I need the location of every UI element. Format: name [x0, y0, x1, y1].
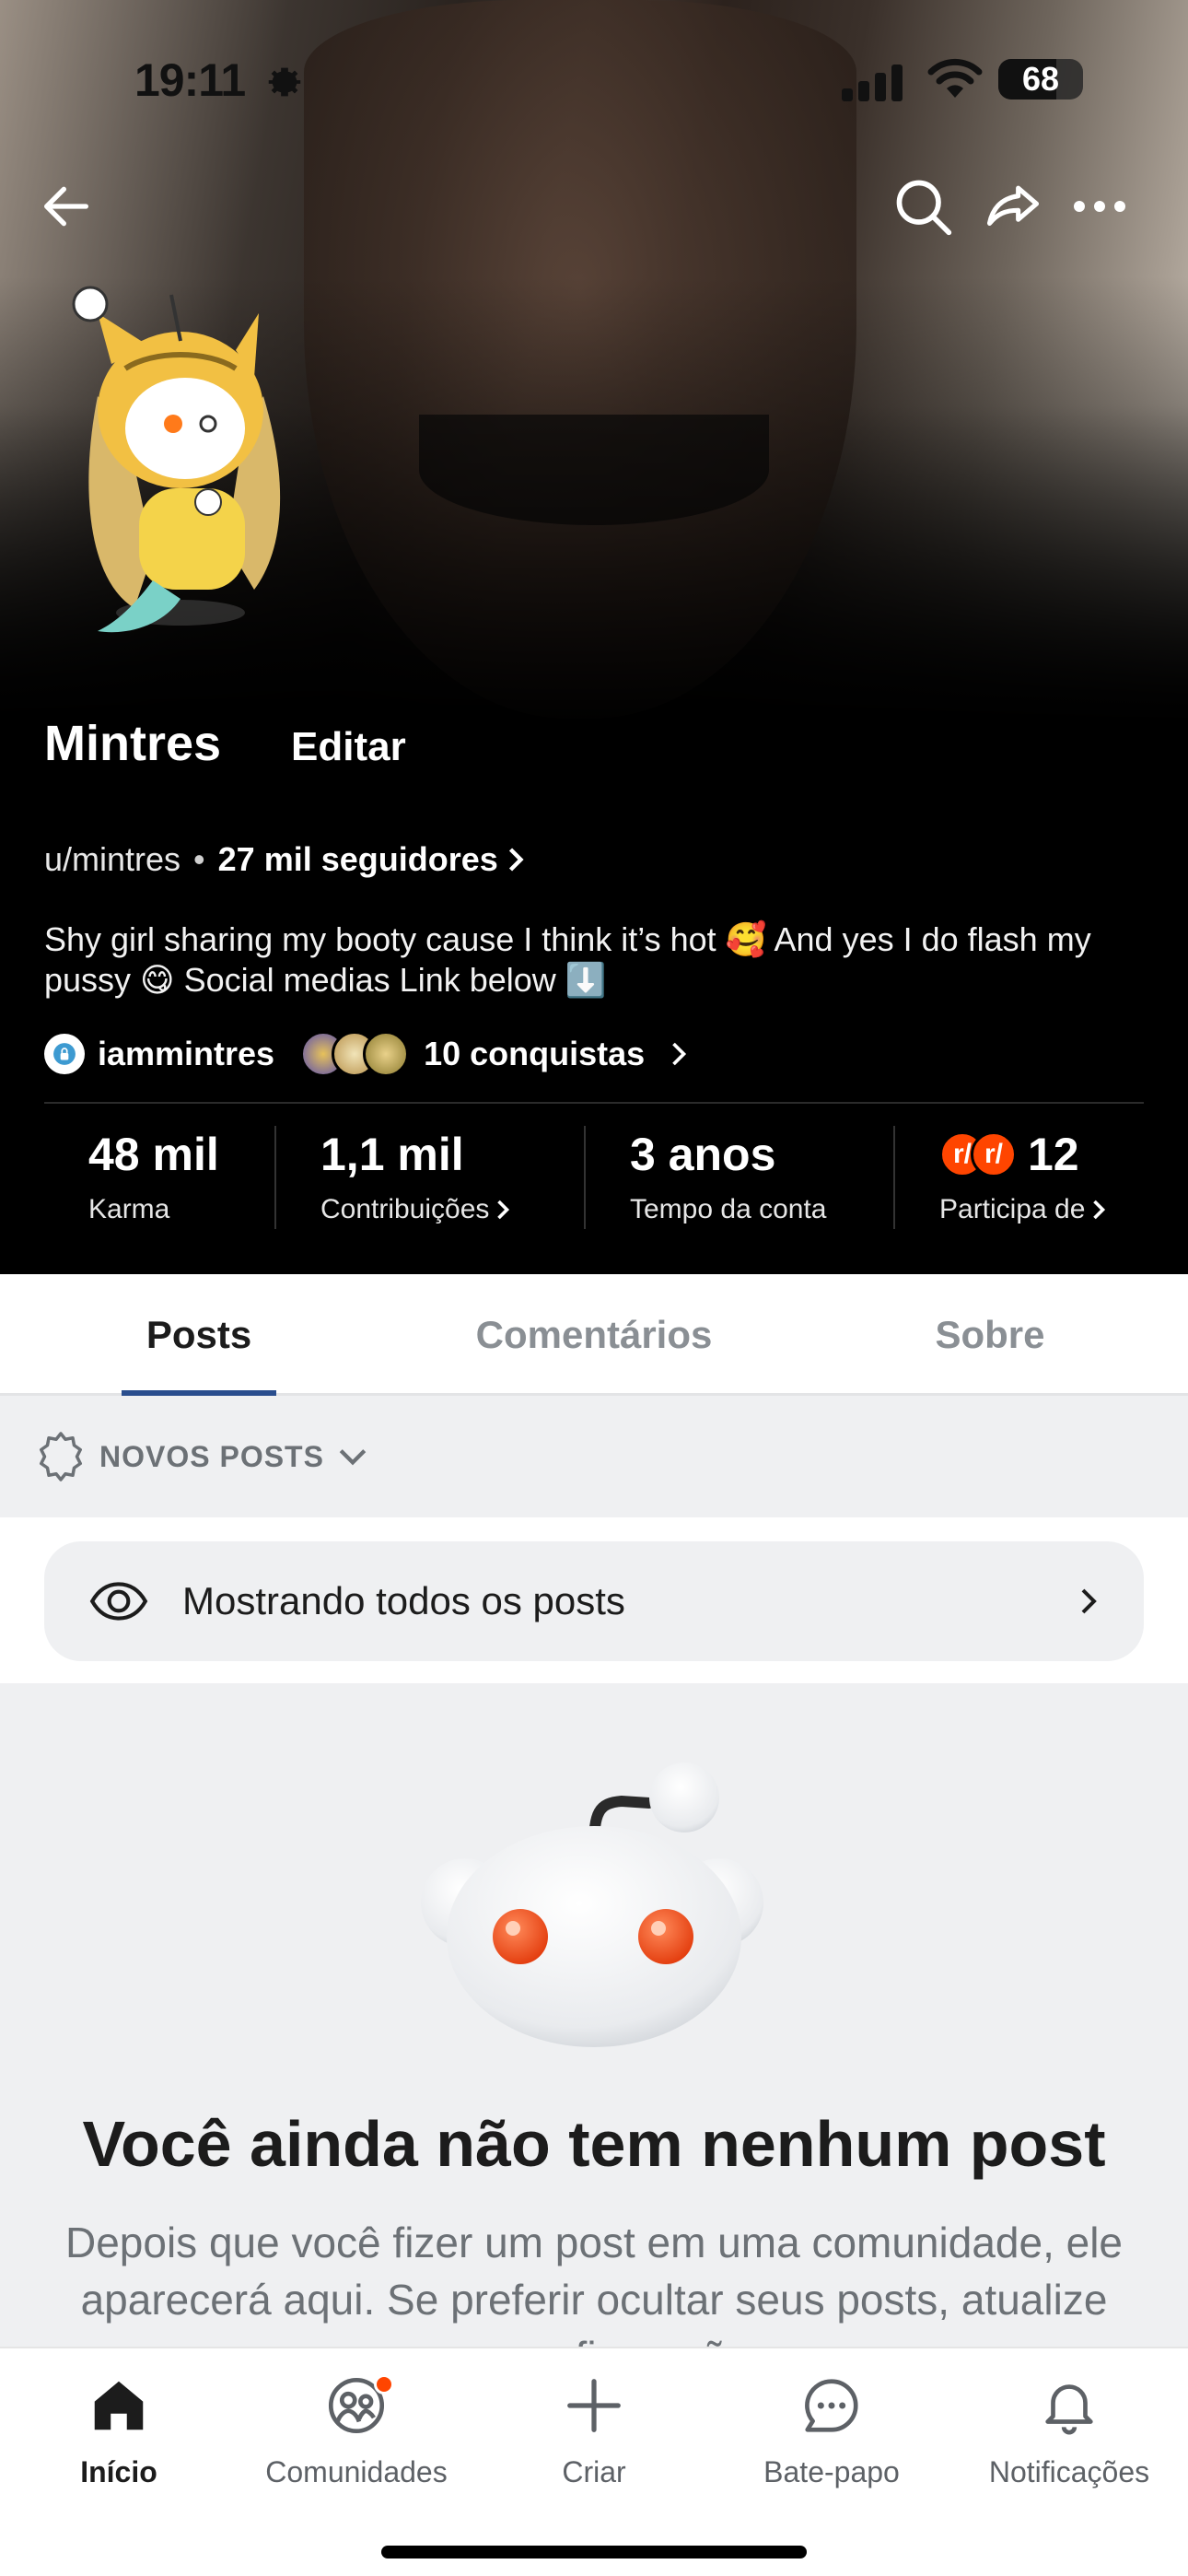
snoo-mascot-icon — [421, 1762, 763, 2047]
stat-value: 1,1 mil — [320, 1129, 464, 1180]
subreddit-badge: r/ — [971, 1131, 1017, 1177]
filter-section: Mostrando todos os posts — [0, 1517, 1188, 1683]
empty-state-title: Você ainda não tem nenhum post — [82, 2108, 1106, 2180]
profile-header: 19:11 68 Mintres Editar u/mintres • 27 m… — [0, 0, 1188, 1274]
search-button[interactable] — [890, 173, 956, 240]
share-button[interactable] — [980, 173, 1046, 240]
wifi-icon — [927, 58, 983, 98]
arrow-left-icon — [44, 186, 88, 227]
followers-count: 27 mil seguidores — [217, 840, 498, 878]
nav-label: Notificações — [988, 2455, 1150, 2488]
notification-dot — [374, 2374, 394, 2395]
divider — [44, 1102, 1144, 1104]
nav-create[interactable]: Criar — [475, 2367, 713, 2496]
profile-meta: u/mintres • 27 mil seguidores — [44, 840, 526, 879]
profile-links-row: iammintres 10 conquistas — [44, 1023, 689, 1085]
stat-label: Contribuições — [320, 1194, 490, 1224]
nav-communities[interactable]: Comunidades — [238, 2367, 475, 2496]
empty-state: Você ainda não tem nenhum post Depois qu… — [0, 1683, 1188, 2347]
bell-icon — [1045, 2384, 1093, 2435]
social-link-label: iammintres — [98, 1035, 275, 1072]
achievements-count: 10 conquistas — [424, 1035, 646, 1072]
nav-label: Comunidades — [265, 2455, 448, 2488]
cellular-signal-icon — [842, 64, 903, 101]
filter-label: Mostrando todos os posts — [182, 1579, 625, 1622]
chat-icon — [805, 2379, 858, 2432]
stat-karma: 48 mil Karma — [44, 1122, 274, 1233]
stat-value: 12 — [1028, 1129, 1079, 1180]
username: u/mintres — [44, 840, 181, 878]
plus-icon — [567, 2379, 621, 2432]
sort-dropdown[interactable]: NOVOS POSTS — [0, 1396, 1188, 1517]
stat-account-age: 3 anos Tempo da conta — [586, 1122, 893, 1233]
stat-label: Karma — [88, 1194, 170, 1224]
status-bar: 19:11 68 — [0, 0, 1188, 157]
home-indicator[interactable] — [381, 2546, 807, 2558]
user-avatar[interactable] — [70, 276, 309, 654]
nav-home[interactable]: Início — [0, 2367, 238, 2496]
empty-state-body: Depois que você fizer um post em uma com… — [64, 2219, 1124, 2347]
tab-about[interactable]: Sobre — [884, 1274, 1096, 1396]
chevron-right-icon — [1093, 1200, 1106, 1220]
back-button[interactable] — [33, 173, 99, 240]
visibility-filter-button[interactable]: Mostrando todos os posts — [44, 1541, 1144, 1661]
nav-notifications[interactable]: Notificações — [950, 2367, 1188, 2496]
search-icon — [896, 180, 952, 236]
battery-level-text: 68 — [1021, 60, 1060, 98]
subreddit-badges: r/ r/ — [939, 1131, 1017, 1177]
edit-profile-button[interactable]: Editar — [267, 717, 430, 778]
chevron-right-icon — [497, 1200, 510, 1220]
sort-label: NOVOS POSTS — [99, 1439, 324, 1473]
ellipsis-icon — [1074, 201, 1125, 212]
stat-communities[interactable]: r/ r/ 12 Participa de — [895, 1122, 1144, 1233]
achievements-link[interactable]: 10 conquistas — [424, 1035, 689, 1073]
nav-label: Bate-papo — [763, 2455, 900, 2488]
stat-value: 48 mil — [88, 1129, 219, 1180]
trophy-icon — [363, 1031, 410, 1077]
nav-chat[interactable]: Bate-papo — [713, 2367, 950, 2496]
separator-dot: • — [193, 840, 205, 878]
social-link[interactable]: iammintres — [44, 1034, 274, 1074]
bottom-navigation: Início Comunidades Criar Bate-papo Notif… — [0, 2347, 1188, 2576]
tab-comments[interactable]: Comentários — [433, 1274, 755, 1396]
profile-stats: 48 mil Karma 1,1 mil Contribuições 3 ano… — [44, 1122, 1144, 1242]
share-icon — [986, 185, 1040, 226]
more-options-button[interactable] — [1066, 173, 1133, 240]
chevron-right-icon — [672, 1042, 687, 1066]
home-icon — [94, 2381, 144, 2430]
trophy-icons[interactable] — [300, 1031, 410, 1077]
status-time: 19:11 — [134, 54, 246, 106]
new-badge-icon — [40, 1432, 82, 1481]
profile-display-name: Mintres — [44, 716, 222, 771]
chevron-right-icon — [1081, 1588, 1097, 1614]
tab-posts[interactable]: Posts — [122, 1274, 276, 1396]
settings-gear-icon — [268, 67, 301, 97]
stat-label: Participa de — [939, 1194, 1086, 1224]
profile-bio: Shy girl sharing my booty cause I think … — [44, 920, 1091, 999]
eye-icon — [89, 1582, 148, 1621]
stat-value: 3 anos — [630, 1129, 776, 1180]
nav-label: Criar — [562, 2455, 626, 2488]
social-link-icon — [44, 1034, 85, 1074]
stat-contributions[interactable]: 1,1 mil Contribuições — [276, 1122, 584, 1233]
chevron-right-icon — [508, 848, 524, 872]
chevron-down-icon — [339, 1449, 367, 1466]
nav-label: Início — [80, 2455, 157, 2488]
battery-indicator: 68 — [998, 59, 1083, 100]
stat-label: Tempo da conta — [630, 1194, 827, 1224]
followers-link[interactable]: 27 mil seguidores — [218, 840, 526, 879]
profile-tabs: Posts Comentários Sobre — [0, 1274, 1188, 1396]
